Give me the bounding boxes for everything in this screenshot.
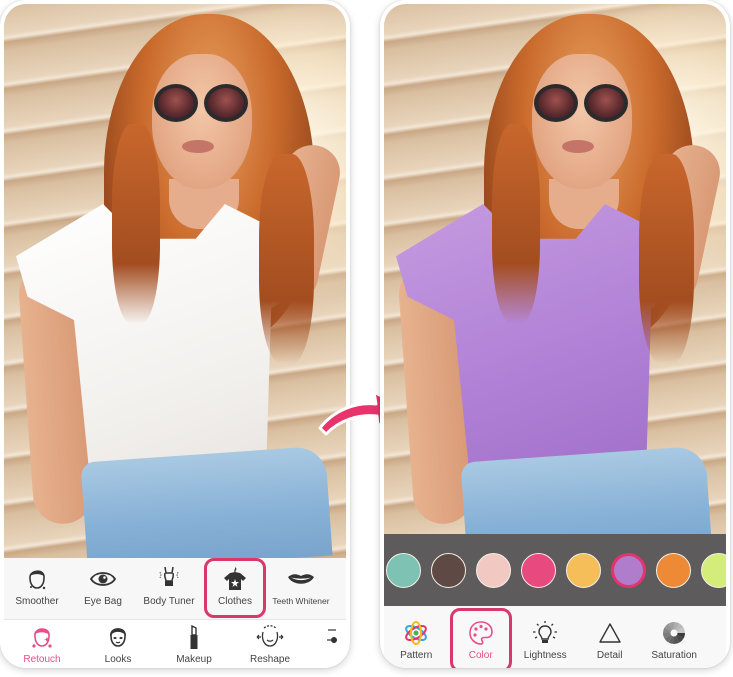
option-color[interactable]: Color: [448, 606, 513, 668]
tab-label: Retouch: [23, 654, 61, 665]
clothes-options-bar: Pattern Color Lightness Detail Saturatio…: [384, 606, 726, 668]
photo-original: [4, 4, 346, 558]
body-icon: [155, 566, 183, 592]
option-saturation[interactable]: Saturation: [642, 606, 706, 668]
sunglasses-lens: [154, 84, 198, 122]
eye-icon: [89, 566, 117, 592]
face: [152, 54, 252, 189]
tab-looks[interactable]: Looks: [80, 621, 156, 668]
lips: [562, 140, 594, 153]
tab-label: Looks: [104, 654, 132, 665]
option-label: Lightness: [523, 650, 567, 661]
triangle-icon: [596, 620, 624, 646]
hair: [112, 124, 160, 324]
before-after-comparison: Smoother Eye Bag Body Tuner Clothes Teet…: [0, 0, 733, 677]
selection-highlight: [204, 558, 266, 618]
tool-smoother[interactable]: Smoother: [4, 558, 70, 619]
phone-before: Smoother Eye Bag Body Tuner Clothes Teet…: [0, 0, 350, 668]
retouch-tool-strip: Smoother Eye Bag Body Tuner Clothes Teet…: [4, 558, 346, 620]
tab-label: Makeup: [176, 654, 212, 665]
face: [532, 54, 632, 189]
option-lightness[interactable]: Lightness: [513, 606, 577, 668]
color-swatch[interactable]: [431, 552, 466, 588]
atom-pattern-icon: [402, 620, 430, 646]
tool-label: Smoother: [15, 596, 59, 607]
tool-label: Body Tuner: [143, 596, 195, 607]
tool-label: Eye Bag: [84, 596, 122, 607]
looks-face-icon: [104, 624, 132, 650]
lipstick-icon: [180, 624, 208, 650]
retouch-face-icon: [28, 624, 56, 650]
color-swatch[interactable]: [656, 552, 691, 588]
sunglasses-lens: [584, 84, 628, 122]
tab-reshape[interactable]: Reshape: [232, 621, 308, 668]
tool-teeth-whitener[interactable]: Teeth Whitener: [268, 558, 334, 619]
option-more-partial[interactable]: [706, 606, 726, 668]
tab-more-partial[interactable]: [308, 621, 338, 668]
jeans: [80, 445, 333, 558]
sunglasses-lens: [534, 84, 578, 122]
reshape-face-icon: [256, 624, 284, 650]
partial-icon: [318, 624, 346, 650]
saturation-wheel-center: [670, 629, 678, 637]
lips-icon: [287, 566, 315, 592]
option-detail[interactable]: Detail: [577, 606, 641, 668]
tool-clothes[interactable]: Clothes: [202, 558, 268, 619]
selection-highlight: [450, 608, 513, 668]
color-swatch[interactable]: [701, 552, 726, 588]
phone-after: Pattern Color Lightness Detail Saturatio…: [380, 0, 730, 668]
color-swatch[interactable]: [476, 552, 511, 588]
tool-label: Teeth Whitener: [272, 596, 330, 606]
option-label: Pattern: [400, 650, 433, 661]
tab-label: Reshape: [249, 654, 291, 665]
hair: [492, 124, 540, 324]
option-label: Detail: [596, 650, 623, 661]
bottom-tab-bar: Retouch Looks Makeup Reshape: [4, 621, 346, 668]
color-swatch-row: [384, 534, 726, 606]
color-swatch[interactable]: [566, 552, 601, 588]
sunglasses-lens: [204, 84, 248, 122]
tool-body-tuner[interactable]: Body Tuner: [136, 558, 202, 619]
photo-recolored: [384, 4, 726, 534]
tab-retouch[interactable]: Retouch: [4, 621, 80, 668]
saturation-wheel-icon: [660, 620, 688, 646]
color-swatch[interactable]: [386, 552, 421, 588]
option-label: Saturation: [651, 650, 697, 661]
color-swatch[interactable]: [521, 552, 556, 588]
tab-makeup[interactable]: Makeup: [156, 621, 232, 668]
color-swatch[interactable]: [611, 552, 646, 588]
face-smoother-icon: [23, 566, 51, 592]
hair: [259, 154, 314, 364]
lightbulb-icon: [531, 620, 559, 646]
option-pattern[interactable]: Pattern: [384, 606, 448, 668]
tool-eye-bag[interactable]: Eye Bag: [70, 558, 136, 619]
lips: [182, 140, 214, 153]
hair: [639, 154, 694, 364]
